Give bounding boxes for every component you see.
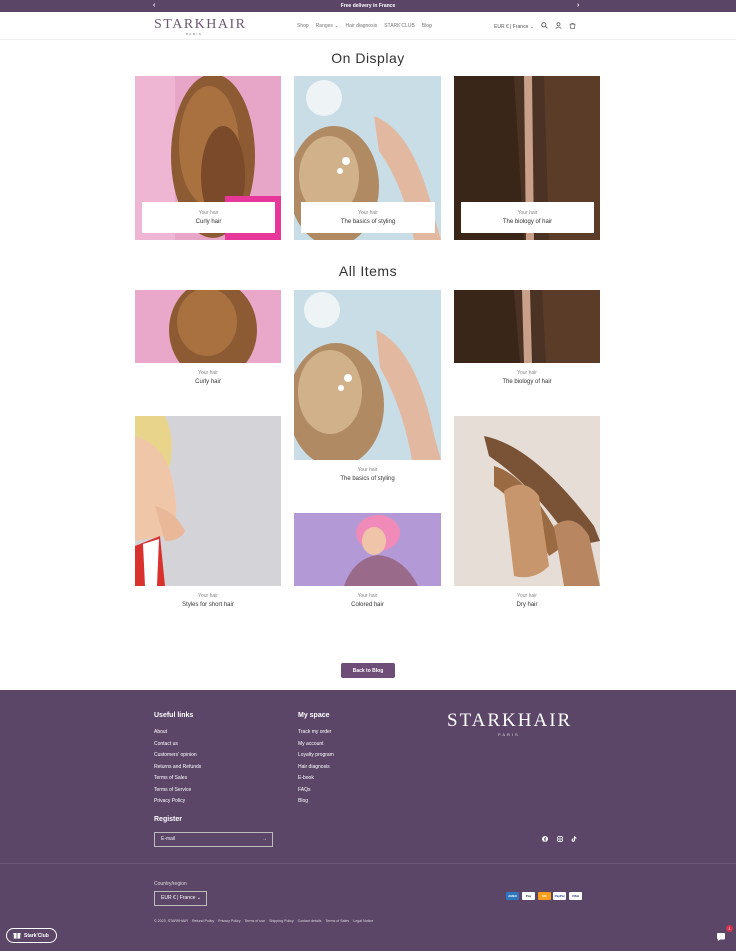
- copyright: © 2023, STARKHAIR: [154, 919, 188, 923]
- notification-badge: 1: [726, 925, 733, 932]
- tiktok-icon[interactable]: [571, 836, 577, 844]
- my-space-list: Track my order My account Loyalty progra…: [298, 727, 334, 808]
- footer-link[interactable]: Terms of Service: [154, 785, 201, 797]
- chevron-down-icon: ⌄: [334, 23, 339, 29]
- previous-announcement-icon[interactable]: ‹: [153, 1, 155, 11]
- item-card-curly-hair[interactable]: [135, 290, 281, 363]
- footer-link[interactable]: Blog: [298, 796, 334, 808]
- chevron-down-icon: ⌄: [529, 23, 534, 30]
- country-selector[interactable]: EUR € | France ⌄: [154, 891, 207, 906]
- announcement-bar: ‹ Free delivery in France ›: [0, 0, 736, 12]
- visa-icon: VISA: [569, 892, 582, 900]
- nav-blog[interactable]: Blog: [422, 23, 432, 29]
- my-space-title: My space: [298, 712, 330, 719]
- item-caption: Your hair The basics of styling: [340, 467, 395, 482]
- caption: Your hair The biology of hair: [461, 202, 594, 233]
- main-nav: Shop Ranges ⌄ Hair diagnosis STARK'CLUB …: [297, 23, 432, 29]
- footer-link[interactable]: Terms of Sales: [154, 773, 201, 785]
- legal-link[interactable]: Shipping Policy: [269, 919, 294, 923]
- arrow-right-icon[interactable]: →: [262, 833, 267, 846]
- useful-links-title: Useful links: [154, 712, 194, 719]
- item-caption: Your hair Dry hair: [516, 593, 538, 608]
- stark-club-button[interactable]: Stark'Club: [6, 928, 57, 943]
- legal-link[interactable]: Privacy Policy: [218, 919, 240, 923]
- site-header: STARKHAIR PARIS Shop Ranges ⌄ Hair diagn…: [0, 12, 736, 40]
- item-caption: Your hair Curly hair: [195, 370, 221, 385]
- dry-hair-image: [454, 416, 600, 586]
- footer-divider: [0, 863, 736, 864]
- footer-logo[interactable]: STARKHAIR PARIS: [447, 710, 572, 737]
- footer-link[interactable]: Contact us: [154, 739, 201, 751]
- item-caption: Your hair The biology of hair: [502, 370, 552, 385]
- next-announcement-icon[interactable]: ›: [577, 1, 579, 11]
- footer-link[interactable]: Customers' opinion: [154, 750, 201, 762]
- gift-icon: [13, 931, 21, 941]
- chat-button[interactable]: 1: [711, 925, 733, 947]
- footer-link[interactable]: Track my order: [298, 727, 334, 739]
- back-to-blog-button[interactable]: Back to Blog: [341, 663, 395, 678]
- footer-link[interactable]: Returns and Refunds: [154, 762, 201, 774]
- item-card-dry-hair[interactable]: [454, 416, 600, 586]
- item-card-short-hair[interactable]: [135, 416, 281, 586]
- register-title: Register: [154, 816, 183, 823]
- paypal-icon: PayPal: [553, 892, 566, 900]
- biology-image: [454, 290, 600, 363]
- curly-hair-image: [135, 290, 281, 363]
- colored-hair-image: [294, 513, 441, 586]
- footer-link[interactable]: Loyalty program: [298, 750, 334, 762]
- instagram-icon[interactable]: [557, 836, 564, 844]
- useful-links-list: About Contact us Customers' opinion Retu…: [154, 727, 201, 808]
- apple-pay-icon: Pay: [522, 892, 535, 900]
- item-caption: Your hair Colored hair: [351, 593, 384, 608]
- nav-ranges[interactable]: Ranges ⌄: [316, 23, 339, 29]
- mastercard-icon: MC: [538, 892, 551, 900]
- caption: Your hair The basics of styling: [301, 202, 435, 233]
- account-icon[interactable]: [555, 22, 562, 31]
- footer-link[interactable]: Hair diagnosis: [298, 762, 334, 774]
- footer-link[interactable]: FAQs: [298, 785, 334, 797]
- footer-link[interactable]: E-book: [298, 773, 334, 785]
- email-field[interactable]: E-mail →: [154, 832, 273, 847]
- currency-selector[interactable]: EUR € | France ⌄: [494, 24, 534, 30]
- caption: Your hair Curly hair: [142, 202, 275, 233]
- item-caption: Your hair Styles for short hair: [182, 593, 234, 608]
- site-footer: Useful links About Contact us Customers'…: [0, 690, 736, 951]
- legal-link[interactable]: Terms of use: [245, 919, 266, 923]
- country-label: Country/region: [154, 881, 187, 887]
- nav-hair-diagnosis[interactable]: Hair diagnosis: [346, 23, 378, 29]
- cart-icon[interactable]: [569, 22, 576, 31]
- chevron-down-icon: ⌄: [196, 895, 201, 901]
- on-display-title: On Display: [331, 50, 405, 66]
- facebook-icon[interactable]: [542, 836, 548, 844]
- styling-image: [294, 290, 441, 460]
- featured-card-styling[interactable]: Your hair The basics of styling: [294, 76, 441, 240]
- chat-icon: [716, 932, 726, 944]
- featured-card-biology[interactable]: Your hair The biology of hair: [454, 76, 600, 240]
- nav-shop[interactable]: Shop: [297, 23, 309, 29]
- legal-link[interactable]: Legal Notice: [353, 919, 373, 923]
- legal-links: © 2023, STARKHAIR Refund Policy Privacy …: [154, 919, 373, 923]
- footer-link[interactable]: My account: [298, 739, 334, 751]
- legal-link[interactable]: Contact details: [298, 919, 322, 923]
- search-icon[interactable]: [541, 22, 548, 31]
- amex-icon: AMEX: [506, 892, 519, 900]
- item-card-styling[interactable]: [294, 290, 441, 460]
- footer-link[interactable]: Privacy Policy: [154, 796, 201, 808]
- item-card-colored-hair[interactable]: [294, 513, 441, 586]
- item-card-biology[interactable]: [454, 290, 600, 363]
- legal-link[interactable]: Terms of Sales: [325, 919, 349, 923]
- nav-stark-club[interactable]: STARK'CLUB: [384, 23, 415, 29]
- all-items-title: All Items: [338, 263, 398, 279]
- footer-link[interactable]: About: [154, 727, 201, 739]
- featured-card-curly-hair[interactable]: Your hair Curly hair: [135, 76, 281, 240]
- legal-link[interactable]: Refund Policy: [192, 919, 214, 923]
- logo[interactable]: STARKHAIR PARIS: [154, 17, 247, 36]
- short-hair-image: [135, 416, 281, 586]
- announcement-text: Free delivery in France: [340, 3, 396, 9]
- header-actions: EUR € | France ⌄: [494, 22, 576, 31]
